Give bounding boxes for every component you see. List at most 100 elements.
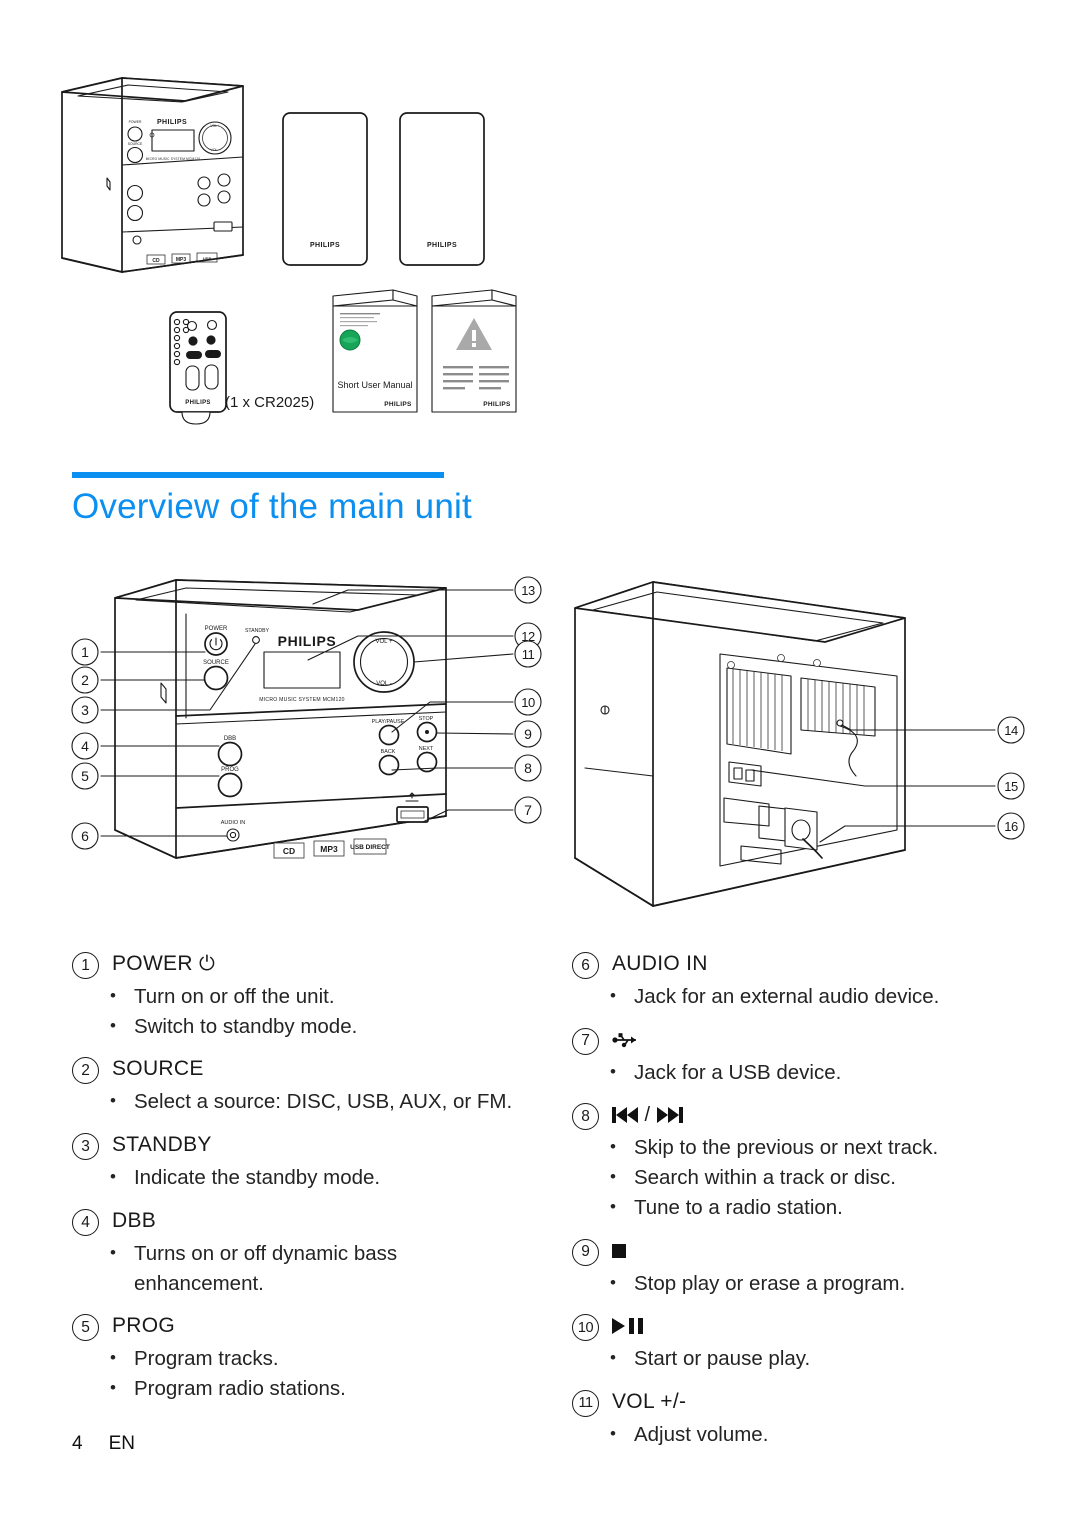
footer-page-number: 4 bbox=[72, 1433, 83, 1454]
bullet-dot: • bbox=[610, 986, 616, 1005]
legend-bullets-3: • Indicate the standby mode. bbox=[72, 1163, 527, 1193]
callout-13: 13 bbox=[521, 583, 535, 598]
legend-bullets-1: • Turn on or off the unit. • Switch to sta… bbox=[72, 982, 527, 1041]
hero-unit-brand: PHILIPS bbox=[157, 119, 187, 126]
callout-4: 4 bbox=[81, 738, 89, 754]
list-item: • Program tracks. bbox=[110, 1344, 527, 1374]
page-footer: 4 EN bbox=[72, 1433, 135, 1455]
hero-speaker-left: PHILIPS bbox=[282, 112, 368, 266]
hero-short-user-manual: Short User Manual PHILIPS bbox=[332, 289, 418, 413]
front-model-line: MICRO MUSIC SYSTEM MCM120 bbox=[259, 697, 345, 703]
heading-accent-rule bbox=[72, 472, 444, 478]
legend-title-power: POWER ⏻ bbox=[112, 950, 216, 977]
svg-text:CD: CD bbox=[152, 258, 160, 264]
legend-bullets-10: • Start or pause play. bbox=[572, 1344, 1042, 1374]
legend-number-6: 6 bbox=[572, 952, 599, 979]
product-contents-illustration: PHILIPS MICRO MUSIC SYSTEM MCM120 VOL + … bbox=[0, 0, 1080, 450]
legend-bullets-4: • Turns on or off dynamic bass enhancemen… bbox=[72, 1239, 527, 1298]
list-item: • Select a source: DISC, USB, AUX, or FM. bbox=[110, 1087, 527, 1117]
bullet-dot: • bbox=[110, 1348, 116, 1368]
main-unit-rear-diagram: 14 15 16 bbox=[545, 558, 1050, 948]
list-item: • Adjust volume. bbox=[610, 1420, 1042, 1450]
hero-unit-model: MICRO MUSIC SYSTEM MCM120 bbox=[146, 157, 201, 161]
skip-next-icon bbox=[657, 1107, 683, 1124]
front-mp3-logo: MP3 bbox=[320, 844, 338, 854]
legend-bullets-8: • Skip to the previous or next track. • Se… bbox=[572, 1133, 1042, 1222]
hero-remote-brand: PHILIPS bbox=[185, 400, 210, 406]
play-icon bbox=[612, 1318, 625, 1335]
list-item: • Stop play or erase a program. bbox=[610, 1269, 1042, 1299]
bullet-dot: • bbox=[110, 986, 116, 1005]
hero-main-unit: PHILIPS MICRO MUSIC SYSTEM MCM120 VOL + … bbox=[61, 77, 244, 273]
page-title: Overview of the main unit bbox=[72, 487, 472, 526]
legend-title-standby: STANDBY bbox=[112, 1133, 212, 1157]
legend-entry-usb: 7 • Jack for a USB device. bbox=[572, 1026, 1042, 1088]
legend-bullets-2: • Select a source: DISC, USB, AUX, or FM. bbox=[72, 1087, 527, 1117]
legend-number-1: 1 bbox=[72, 952, 99, 979]
bullet-dot: • bbox=[610, 1061, 616, 1081]
main-unit-front-diagram: PHILIPS MICRO MUSIC SYSTEM MCM120 VOL + … bbox=[58, 558, 548, 948]
legend-number-3: 3 bbox=[72, 1133, 99, 1161]
bullet-dot: • bbox=[610, 1424, 616, 1444]
hero-format-logos: CD MP3 USB bbox=[146, 252, 218, 265]
legend-entry-prog: 5 PROG • Program tracks. • Program radio s… bbox=[72, 1312, 527, 1403]
legend-title-vol: VOL +/- bbox=[612, 1390, 687, 1414]
list-item: • Tune to a radio station. bbox=[610, 1193, 1042, 1223]
front-cd-logo: CD bbox=[283, 846, 295, 856]
callout-14: 14 bbox=[1004, 723, 1018, 738]
callout-16: 16 bbox=[1004, 819, 1018, 834]
power-standby-icon: ⏻ bbox=[198, 953, 216, 975]
legend-column-right: 6 AUDIO IN • Jack for an external audio d… bbox=[572, 950, 1042, 1464]
front-prog-label: PROG bbox=[221, 767, 239, 773]
front-audio-in-label: AUDIO IN bbox=[221, 820, 245, 826]
bullet-dot: • bbox=[610, 1137, 616, 1157]
front-play-pause-label: PLAY/PAUSE bbox=[372, 719, 405, 725]
list-item: • Turn on or off the unit. bbox=[110, 982, 527, 1012]
skip-previous-next-icon: / bbox=[612, 1103, 683, 1128]
legend-entry-power: 1 POWER ⏻ • Turn on or off the unit. • Swi… bbox=[72, 950, 527, 1041]
hero-speaker-right-brand: PHILIPS bbox=[427, 242, 457, 249]
hero-speaker-right: PHILIPS bbox=[399, 112, 485, 266]
front-brand-logo: PHILIPS bbox=[278, 633, 337, 649]
list-item: • Jack for a USB device. bbox=[610, 1058, 1042, 1088]
legend-title-prog: PROG bbox=[112, 1314, 176, 1338]
legend-title-usb bbox=[612, 1026, 642, 1053]
usb-icon bbox=[612, 1032, 642, 1048]
bullet-dot: • bbox=[110, 1091, 116, 1111]
legend-bullets-5: • Program tracks. • Program radio stations… bbox=[72, 1344, 527, 1403]
list-item: • Search within a track or disc. bbox=[610, 1163, 1042, 1193]
hero-manual-title: Short User Manual bbox=[337, 380, 412, 390]
list-item: • Switch to standby mode. bbox=[110, 1012, 527, 1042]
bullet-dot: • bbox=[610, 1272, 616, 1292]
legend-title-dbb: DBB bbox=[112, 1208, 157, 1232]
legend-bullets-9: • Stop play or erase a program. bbox=[572, 1269, 1042, 1299]
legend-column-left: 1 POWER ⏻ • Turn on or off the unit. • Swi… bbox=[72, 950, 527, 1418]
legend-number-5: 5 bbox=[72, 1314, 99, 1342]
callout-5: 5 bbox=[81, 768, 89, 784]
legend-entry-dbb: 4 DBB • Turns on or off dynamic bass enha… bbox=[72, 1207, 527, 1298]
rear-callouts: 14 15 16 bbox=[997, 716, 1025, 840]
legend-entry-source: 2 SOURCE • Select a source: DISC, USB, AU… bbox=[72, 1055, 527, 1117]
front-dbb-label: DBB bbox=[224, 736, 236, 742]
legend-title-audio-in: AUDIO IN bbox=[612, 952, 708, 975]
hero-remote-control: PHILIPS bbox=[169, 311, 227, 425]
legend-title-text-1: POWER bbox=[112, 952, 193, 975]
hero-speaker-left-brand: PHILIPS bbox=[310, 242, 340, 249]
svg-text:MP3: MP3 bbox=[176, 257, 187, 263]
front-vol-up-label: VOL + bbox=[376, 639, 393, 645]
legend-number-4: 4 bbox=[72, 1208, 99, 1236]
bullet-dot: • bbox=[110, 1378, 116, 1398]
callout-1: 1 bbox=[81, 644, 89, 660]
front-callouts-right: 13 12 11 10 9 8 7 bbox=[514, 576, 542, 824]
callout-11: 11 bbox=[522, 647, 535, 662]
bullet-dot: • bbox=[110, 1242, 116, 1262]
callout-9: 9 bbox=[524, 726, 532, 742]
hero-leaflet-brand: PHILIPS bbox=[483, 401, 511, 408]
front-vol-down-label: VOL - bbox=[376, 681, 391, 687]
callout-3: 3 bbox=[81, 702, 89, 718]
front-next-label: NEXT bbox=[419, 746, 434, 752]
section-heading: Overview of the main unit bbox=[72, 472, 472, 527]
list-item: • Skip to the previous or next track. bbox=[610, 1133, 1042, 1163]
callout-15: 15 bbox=[1004, 779, 1018, 794]
legend-title-skip: / bbox=[612, 1101, 683, 1128]
